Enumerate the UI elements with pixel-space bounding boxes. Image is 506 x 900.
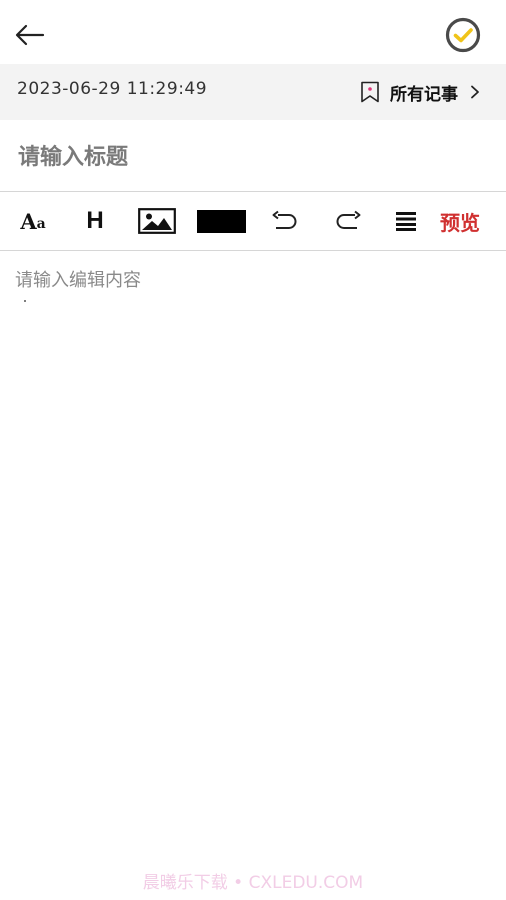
note-datetime: 2023-06-29 11:29:49 bbox=[17, 79, 208, 99]
align-button[interactable] bbox=[394, 192, 418, 250]
heading-button[interactable]: H bbox=[80, 192, 110, 250]
font-size-label-small: a bbox=[36, 215, 46, 232]
reminder-button[interactable] bbox=[443, 17, 483, 53]
editor-toolbar: Aa H 预览 bbox=[0, 192, 506, 250]
redo-icon bbox=[336, 210, 361, 229]
font-size-label-big: A bbox=[20, 208, 37, 234]
image-icon bbox=[138, 208, 176, 234]
font-size-button[interactable]: Aa bbox=[14, 192, 52, 250]
undo-button[interactable] bbox=[270, 192, 300, 250]
text-color-button[interactable] bbox=[196, 192, 246, 250]
text-cursor bbox=[24, 300, 26, 302]
preview-button[interactable]: 预览 bbox=[432, 192, 488, 250]
insert-image-button[interactable] bbox=[137, 192, 177, 250]
watermark: 晨曦乐下载 • CXLEDU.COM bbox=[142, 873, 364, 893]
title-input[interactable] bbox=[18, 138, 488, 176]
arrow-left-icon bbox=[15, 24, 45, 46]
undo-icon bbox=[272, 210, 297, 229]
top-bar bbox=[0, 0, 506, 64]
category-label: 所有记事 bbox=[390, 84, 458, 105]
chevron-right-icon bbox=[471, 85, 479, 99]
text-color-swatch bbox=[196, 209, 246, 233]
back-button[interactable] bbox=[12, 18, 48, 52]
clock-check-icon bbox=[445, 17, 481, 53]
content-input[interactable] bbox=[15, 266, 491, 826]
align-icon bbox=[396, 212, 416, 231]
bookmark-icon bbox=[361, 81, 379, 103]
category-selector[interactable]: 所有记事 bbox=[360, 78, 480, 106]
divider bbox=[0, 250, 506, 251]
redo-button[interactable] bbox=[333, 192, 363, 250]
